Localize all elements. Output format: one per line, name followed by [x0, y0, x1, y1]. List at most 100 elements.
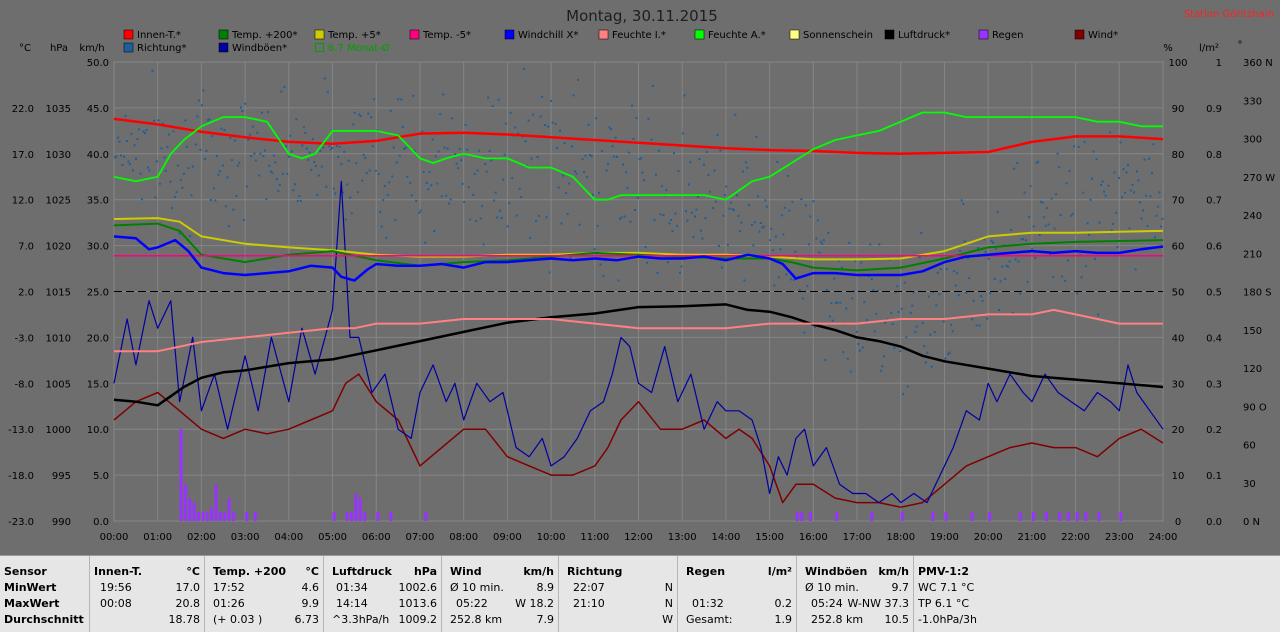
direction-point — [945, 268, 948, 271]
direction-point — [328, 145, 331, 148]
direction-point — [370, 116, 373, 119]
direction-point — [266, 111, 269, 114]
stats-sensor-header: Sensor — [4, 565, 47, 578]
direction-point — [473, 173, 476, 176]
direction-point — [723, 193, 726, 196]
direction-point — [242, 218, 245, 221]
direction-tick-label: 30 — [1243, 479, 1256, 490]
direction-point — [244, 102, 247, 105]
direction-point — [305, 147, 308, 150]
direction-point — [455, 162, 458, 165]
direction-point — [1047, 223, 1050, 226]
direction-point — [623, 215, 626, 218]
direction-point — [530, 157, 533, 160]
direction-point — [1116, 245, 1119, 248]
direction-tick-label: 240 — [1243, 211, 1262, 222]
direction-point — [439, 113, 442, 116]
direction-point — [433, 229, 436, 232]
direction-point — [557, 186, 560, 189]
direction-point — [944, 357, 947, 360]
direction-point — [428, 171, 431, 174]
legend-swatch — [694, 29, 705, 40]
stats-innen-min-time: 19:56 — [100, 581, 132, 594]
x-tick-label: 20:00 — [974, 532, 1003, 543]
pressure-tick-label: 1000 — [46, 425, 71, 436]
direction-point — [897, 311, 900, 314]
stats-col-temp200: Temp. +200 °C 17:52 4.6 01:26 9.9 (+ 0.03 )… — [204, 556, 323, 632]
direction-point — [726, 243, 729, 246]
direction-point — [1059, 213, 1062, 216]
direction-point — [163, 156, 166, 159]
direction-point — [569, 256, 572, 259]
x-tick-label: 16:00 — [799, 532, 828, 543]
direction-tick-label: 300 — [1243, 135, 1262, 146]
direction-point — [1037, 160, 1040, 163]
legend-swatch — [218, 29, 229, 40]
stats-col-regen: Regen l/m² 01:32 0.2 Gesamt: 1.9 — [677, 556, 796, 632]
stats-temp200-max-value: 9.9 — [301, 597, 320, 610]
chart-title: Montag, 30.11.2015 — [566, 7, 718, 25]
direction-point — [202, 89, 205, 92]
direction-point — [1121, 196, 1124, 199]
direction-point — [1056, 152, 1059, 155]
direction-point — [181, 186, 184, 189]
direction-point — [702, 163, 705, 166]
direction-point — [1061, 275, 1064, 278]
direction-point — [497, 98, 500, 101]
direction-point — [578, 223, 581, 226]
weather-chart: Montag, 30.11.2015 Station Göritzhain °C… — [0, 0, 1280, 555]
direction-point — [566, 212, 569, 215]
stats-regen-unit: l/m² — [767, 565, 792, 578]
direction-point — [187, 167, 190, 170]
direction-point — [388, 181, 391, 184]
direction-point — [792, 278, 795, 281]
direction-point — [632, 137, 635, 140]
rain-bar — [800, 511, 804, 521]
direction-point — [593, 248, 596, 251]
direction-point — [659, 213, 662, 216]
humidity-tick-label: 10 — [1172, 471, 1185, 482]
direction-point — [367, 112, 370, 115]
x-tick-label: 14:00 — [712, 532, 741, 543]
direction-point — [1152, 143, 1155, 146]
direction-point — [320, 165, 323, 168]
x-tick-label: 04:00 — [274, 532, 303, 543]
direction-point — [518, 187, 521, 190]
direction-point — [239, 106, 242, 109]
direction-point — [472, 193, 475, 196]
direction-point — [503, 153, 506, 156]
direction-point — [909, 311, 912, 314]
direction-point — [929, 333, 932, 336]
rain-bar — [188, 498, 192, 521]
direction-point — [998, 308, 1001, 311]
direction-point — [220, 127, 223, 130]
direction-point — [200, 104, 203, 107]
pressure-tick-label: 1010 — [46, 333, 71, 344]
temp-tick-label: 7.0 — [18, 242, 34, 253]
stats-temp200-avg-time: (+ 0.03 ) — [213, 613, 263, 626]
unit-label-kmh: km/h — [79, 43, 104, 54]
direction-point — [771, 249, 774, 252]
direction-point — [785, 273, 788, 276]
stats-col-pmv: PMV-1:2 WC 7.1 °C TP 6.1 °C -1.0hPa/3h — [913, 556, 1034, 632]
stats-windboeen-min-value: 9.7 — [891, 581, 910, 594]
stats-windboeen-unit: km/h — [878, 565, 909, 578]
direction-point — [822, 239, 825, 242]
x-tick-label: 23:00 — [1105, 532, 1134, 543]
direction-point — [313, 161, 316, 164]
direction-point — [467, 186, 470, 189]
direction-point — [933, 331, 936, 334]
temp-tick-label: 17.0 — [12, 150, 34, 161]
stats-innen-unit: °C — [186, 565, 200, 578]
direction-point — [878, 243, 881, 246]
direction-point — [236, 164, 239, 167]
direction-point — [611, 145, 614, 148]
direction-point — [1010, 228, 1013, 231]
direction-point — [1112, 222, 1115, 225]
legend-label: Windböen* — [232, 43, 287, 54]
direction-point — [939, 268, 942, 271]
direction-point — [701, 237, 704, 240]
rain-bar — [1084, 511, 1088, 521]
direction-point — [476, 169, 479, 172]
legend-label: Richtung* — [137, 43, 187, 54]
